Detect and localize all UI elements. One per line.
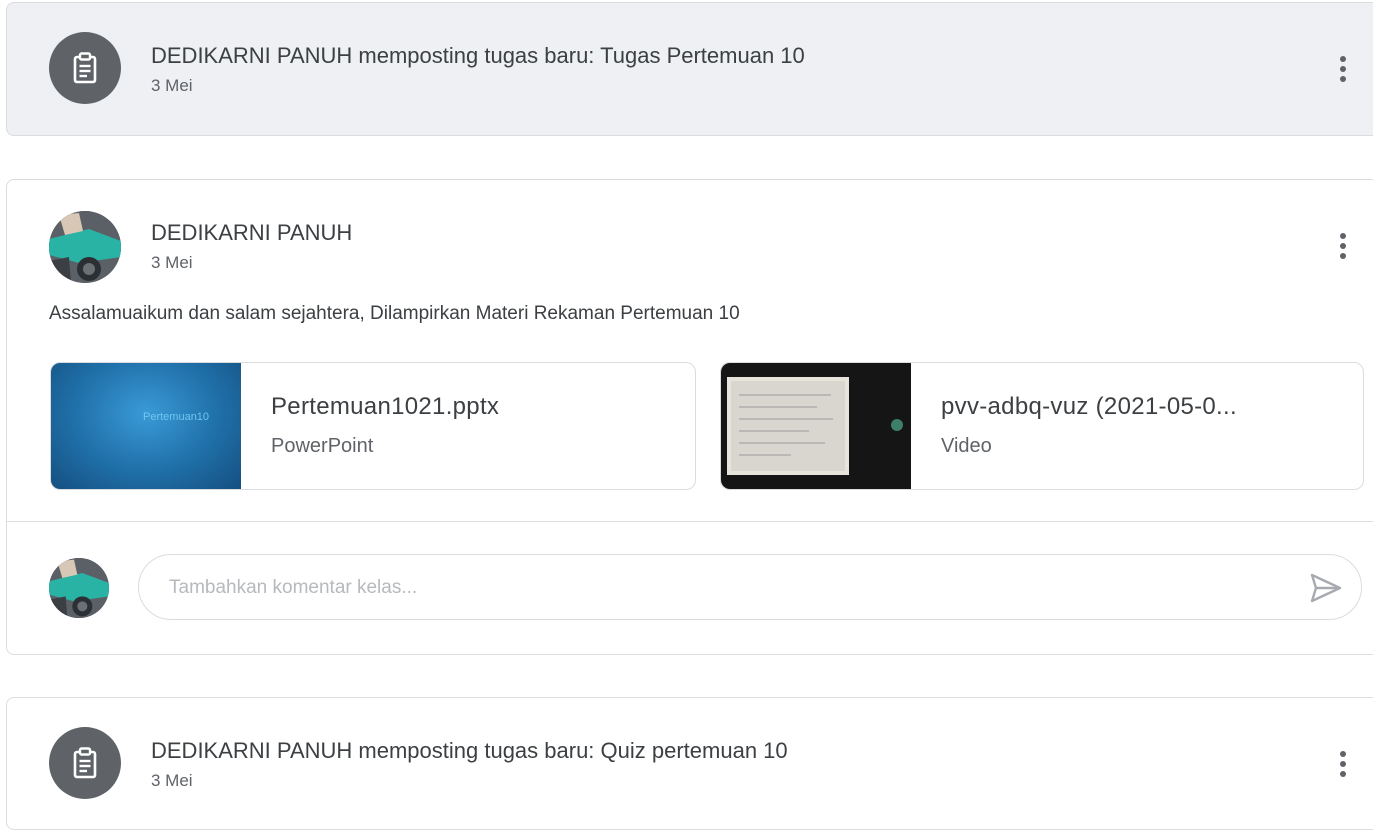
author-name: DEDIKARNI PANUH [151,220,353,245]
attachment-title: pvv-adbq-vuz (2021-05-0... [941,393,1237,420]
announcement-post-card: DEDIKARNI PANUH 3 Mei Assalamuaikum dan … [6,179,1373,655]
avatar [49,211,121,283]
assignment-icon [49,727,121,799]
comment-input[interactable] [167,571,1271,605]
divider [7,521,1373,522]
post-date: 3 Mei [151,771,193,790]
send-icon[interactable] [1309,572,1343,604]
user-avatar [49,558,109,618]
attachment-title: Pertemuan1021.pptx [271,393,500,420]
attachment-type: Video [941,435,992,457]
post-text: Assalamuaikum dan salam sejahtera, Dilam… [49,303,740,324]
post-title[interactable]: DEDIKARNI PANUH memposting tugas baru: Q… [151,738,788,764]
more-options-icon[interactable] [1336,226,1350,266]
more-options-icon[interactable] [1336,49,1350,89]
video-thumbnail [721,363,911,489]
assignment-post-card[interactable]: DEDIKARNI PANUH memposting tugas baru: Q… [6,697,1373,830]
attachment-video[interactable]: pvv-adbq-vuz (2021-05-0... Video [720,362,1364,490]
assignment-post-card[interactable]: DEDIKARNI PANUH memposting tugas baru: T… [6,2,1373,136]
post-date: 3 Mei [151,76,193,95]
post-date: 3 Mei [151,253,193,272]
class-comment-box[interactable] [138,554,1362,620]
more-options-icon[interactable] [1336,744,1350,784]
attachment-type: PowerPoint [271,435,374,457]
post-title[interactable]: DEDIKARNI PANUH memposting tugas baru: T… [151,43,805,69]
powerpoint-thumbnail: Pertemuan10 [51,363,241,489]
assignment-icon [49,32,121,104]
attachment-powerpoint[interactable]: Pertemuan10 Pertemuan1021.pptx PowerPoin… [50,362,696,490]
